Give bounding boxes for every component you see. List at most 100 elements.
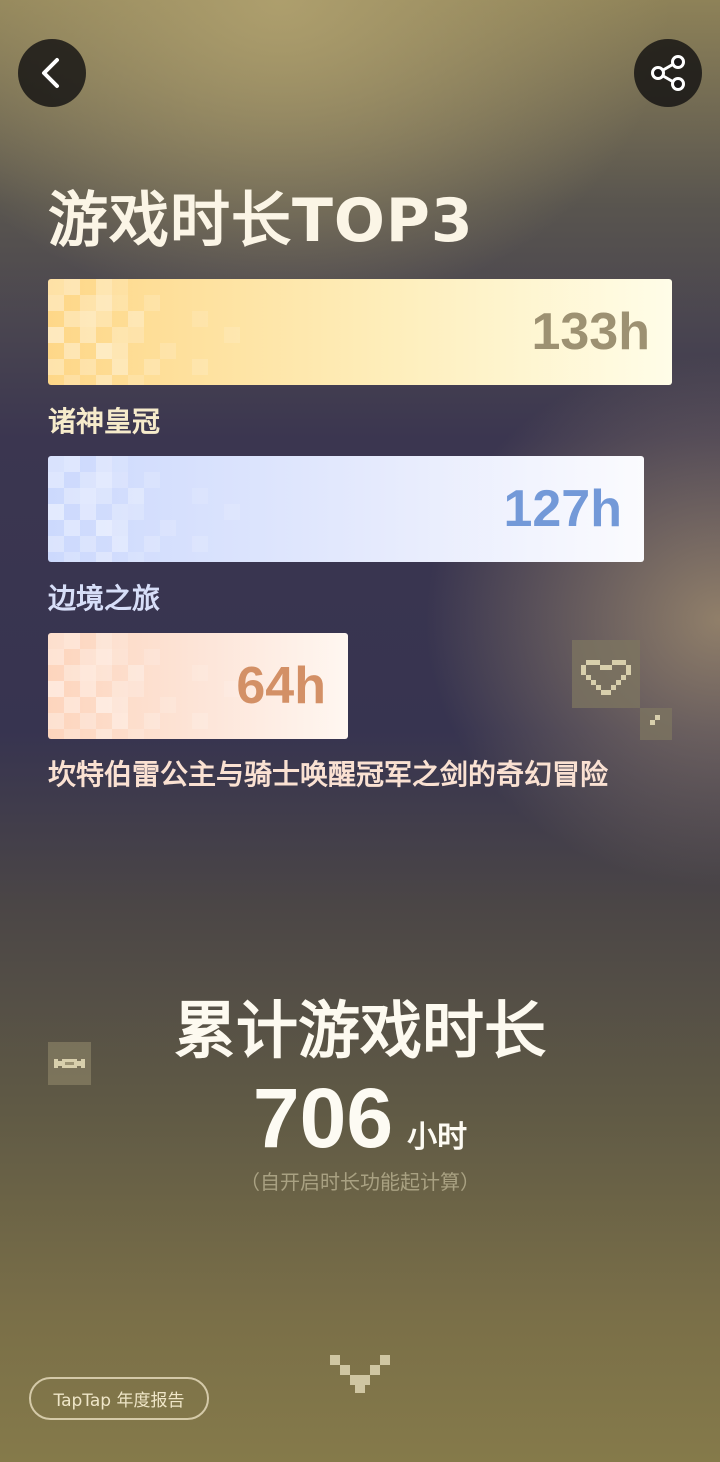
pixel-cell xyxy=(64,375,80,385)
pixel-cell xyxy=(64,697,80,713)
pixel-cell xyxy=(128,504,144,520)
pixel-cell xyxy=(48,633,64,649)
total-title: 累计游戏时长 xyxy=(173,994,546,1067)
chevron-left-icon xyxy=(42,58,59,88)
pixel-cell xyxy=(96,729,112,739)
pixel-cell xyxy=(64,729,80,739)
pixel-cell xyxy=(144,295,160,311)
pixel-cell xyxy=(224,504,240,520)
pixel-cell xyxy=(112,295,128,311)
pixel-cell xyxy=(48,504,64,520)
pixel-cell xyxy=(112,359,128,375)
pixel-cell xyxy=(64,456,80,472)
pixel-cell xyxy=(80,295,96,311)
pixel-cell xyxy=(128,681,144,697)
pixel-cell xyxy=(192,665,208,681)
pixel-cell xyxy=(64,520,80,536)
pixel-heart-icon xyxy=(572,640,672,740)
back-button[interactable] xyxy=(18,39,86,107)
pixel-chevron-down-icon[interactable] xyxy=(330,1355,390,1395)
pixel-cell xyxy=(128,327,144,343)
pixel-cell xyxy=(48,279,64,295)
pixel-cell xyxy=(128,729,144,739)
pixel-cell xyxy=(192,713,208,729)
game-bar-2: 127h xyxy=(48,456,644,562)
pixel-cell xyxy=(112,327,128,343)
pixel-cell xyxy=(96,472,112,488)
pixel-cell xyxy=(64,633,80,649)
pixel-pattern xyxy=(48,456,240,562)
pixel-cell xyxy=(80,665,96,681)
pixel-cell xyxy=(112,681,128,697)
share-icon xyxy=(651,55,685,91)
pixel-cell xyxy=(96,665,112,681)
pixel-cell xyxy=(112,649,128,665)
game-hours-2: 127h xyxy=(503,480,622,538)
pixel-cell xyxy=(64,488,80,504)
total-unit: 小时 xyxy=(407,1120,468,1155)
pixel-cell xyxy=(80,488,96,504)
pixel-cell xyxy=(96,552,112,562)
pixel-cell xyxy=(96,520,112,536)
pixel-cell xyxy=(48,327,64,343)
total-note: （自开启时长功能起计算） xyxy=(240,1170,480,1194)
pixel-cell xyxy=(48,649,64,665)
pixel-cell xyxy=(128,375,144,385)
pixel-cell xyxy=(80,649,96,665)
pixel-cell xyxy=(80,311,96,327)
pixel-cell xyxy=(96,649,112,665)
pixel-cell xyxy=(80,536,96,552)
pixel-cell xyxy=(192,359,208,375)
pixel-cell xyxy=(144,713,160,729)
pixel-cell xyxy=(112,472,128,488)
pixel-cell xyxy=(144,359,160,375)
pixel-cell xyxy=(48,472,64,488)
total-value: 706 xyxy=(252,1071,394,1165)
brand-badge: TapTap 年度报告 xyxy=(29,1377,209,1420)
game-hours-1: 133h xyxy=(531,303,650,361)
pixel-cell xyxy=(112,713,128,729)
pixel-pattern xyxy=(48,279,240,385)
pixel-cell xyxy=(160,697,176,713)
pixel-cell xyxy=(96,456,112,472)
game-hours-3: 64h xyxy=(236,657,326,715)
pixel-cell xyxy=(96,488,112,504)
pixel-cell xyxy=(160,343,176,359)
pixel-cell xyxy=(96,375,112,385)
pixel-cell xyxy=(48,295,64,311)
pixel-cell xyxy=(112,536,128,552)
pixel-cell xyxy=(80,472,96,488)
game-name-1: 诸神皇冠 xyxy=(48,405,161,438)
pixel-cell xyxy=(64,552,80,562)
pixel-cell xyxy=(64,343,80,359)
pixel-cell xyxy=(48,681,64,697)
pixel-cell xyxy=(160,520,176,536)
pixel-cell xyxy=(96,343,112,359)
pixel-cell xyxy=(112,520,128,536)
pixel-cell xyxy=(80,713,96,729)
page-title: 游戏时长TOP3 xyxy=(48,186,474,256)
pixel-cell xyxy=(192,536,208,552)
pixel-cell xyxy=(64,279,80,295)
pixel-cell xyxy=(48,359,64,375)
pixel-cell xyxy=(112,456,128,472)
pixel-cell xyxy=(224,327,240,343)
pixel-pattern xyxy=(48,633,240,739)
pixel-cell xyxy=(144,649,160,665)
pixel-cell xyxy=(80,681,96,697)
pixel-cell xyxy=(192,488,208,504)
game-name-2: 边境之旅 xyxy=(48,582,161,615)
pixel-cell xyxy=(192,311,208,327)
pixel-cell xyxy=(112,633,128,649)
pixel-cell xyxy=(96,633,112,649)
total-row: 706 小时 xyxy=(0,1070,720,1167)
pixel-cell xyxy=(112,697,128,713)
pixel-cell xyxy=(128,311,144,327)
share-button[interactable] xyxy=(634,39,702,107)
pixel-cell xyxy=(112,343,128,359)
pixel-cell xyxy=(128,665,144,681)
pixel-cell xyxy=(80,327,96,343)
pixel-cell xyxy=(64,665,80,681)
pixel-cell xyxy=(96,295,112,311)
pixel-cell xyxy=(112,504,128,520)
